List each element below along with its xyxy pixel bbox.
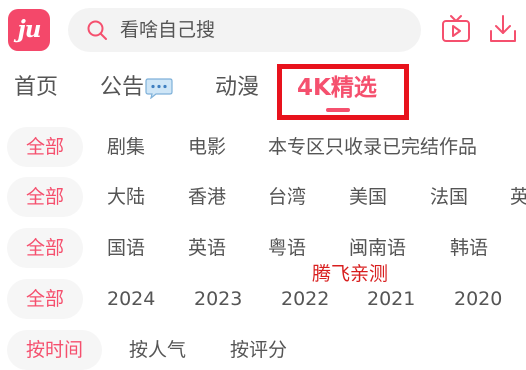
highlight-box xyxy=(277,64,409,120)
filter-chip[interactable]: 香港 xyxy=(188,177,226,217)
filter-chip[interactable]: 2020 xyxy=(454,279,502,319)
sort-chip[interactable]: 按评分 xyxy=(230,330,287,370)
chat-bubble-icon xyxy=(145,78,173,99)
filter-chip[interactable]: 全部 xyxy=(7,177,84,217)
tv-icon[interactable] xyxy=(440,13,472,45)
filter-row-genre: 全部 剧集 电影 本专区只收录已完结作品 xyxy=(0,127,526,167)
filter-chip[interactable]: 2022 xyxy=(281,279,329,319)
filter-row-language: 全部 国语 英语 粤语 闽南语 韩语 xyxy=(0,228,526,268)
filter-chip[interactable]: 电影 xyxy=(188,127,226,167)
category-tabs: 首页 公告 动漫 4K精选 xyxy=(0,62,526,118)
tab-home[interactable]: 首页 xyxy=(14,62,58,114)
app-logo: ju xyxy=(8,9,50,51)
download-icon[interactable] xyxy=(487,13,519,45)
search-bar[interactable]: 看啥自己搜 xyxy=(68,8,421,52)
search-placeholder: 看啥自己搜 xyxy=(120,19,216,41)
tab-anime[interactable]: 动漫 xyxy=(215,62,259,114)
filter-chip[interactable]: 全部 xyxy=(7,127,84,167)
filter-chip[interactable]: 英语 xyxy=(188,228,226,268)
filter-chip[interactable]: 粤语 xyxy=(268,228,306,268)
filter-chip[interactable]: 韩语 xyxy=(450,228,488,268)
sort-row: 按时间 按人气 按评分 xyxy=(0,330,526,370)
filter-chip[interactable]: 台湾 xyxy=(268,177,306,217)
filter-chip[interactable]: 美国 xyxy=(349,177,387,217)
filter-chip[interactable]: 国语 xyxy=(107,228,145,268)
tab-announcement[interactable]: 公告 xyxy=(100,62,173,114)
filter-chip[interactable]: 法国 xyxy=(430,177,468,217)
filter-chip[interactable]: 2023 xyxy=(194,279,242,319)
sort-chip[interactable]: 按时间 xyxy=(7,330,103,370)
filter-chip[interactable]: 大陆 xyxy=(107,177,145,217)
sort-chip[interactable]: 按人气 xyxy=(129,330,186,370)
filter-note: 本专区只收录已完结作品 xyxy=(268,136,478,158)
filter-row-year: 全部 2024 2023 2022 2021 2020 xyxy=(0,279,526,319)
tab-announcement-label: 公告 xyxy=(100,75,145,100)
filter-chip[interactable]: 英 xyxy=(510,177,526,217)
filter-chip[interactable]: 全部 xyxy=(7,228,84,268)
filter-row-region: 全部 大陆 香港 台湾 美国 法国 英 xyxy=(0,177,526,217)
search-icon xyxy=(87,20,107,40)
filter-chip[interactable]: 剧集 xyxy=(107,127,145,167)
filter-chip[interactable]: 2021 xyxy=(367,279,415,319)
filter-chip[interactable]: 2024 xyxy=(107,279,155,319)
filter-chip[interactable]: 全部 xyxy=(7,279,84,319)
